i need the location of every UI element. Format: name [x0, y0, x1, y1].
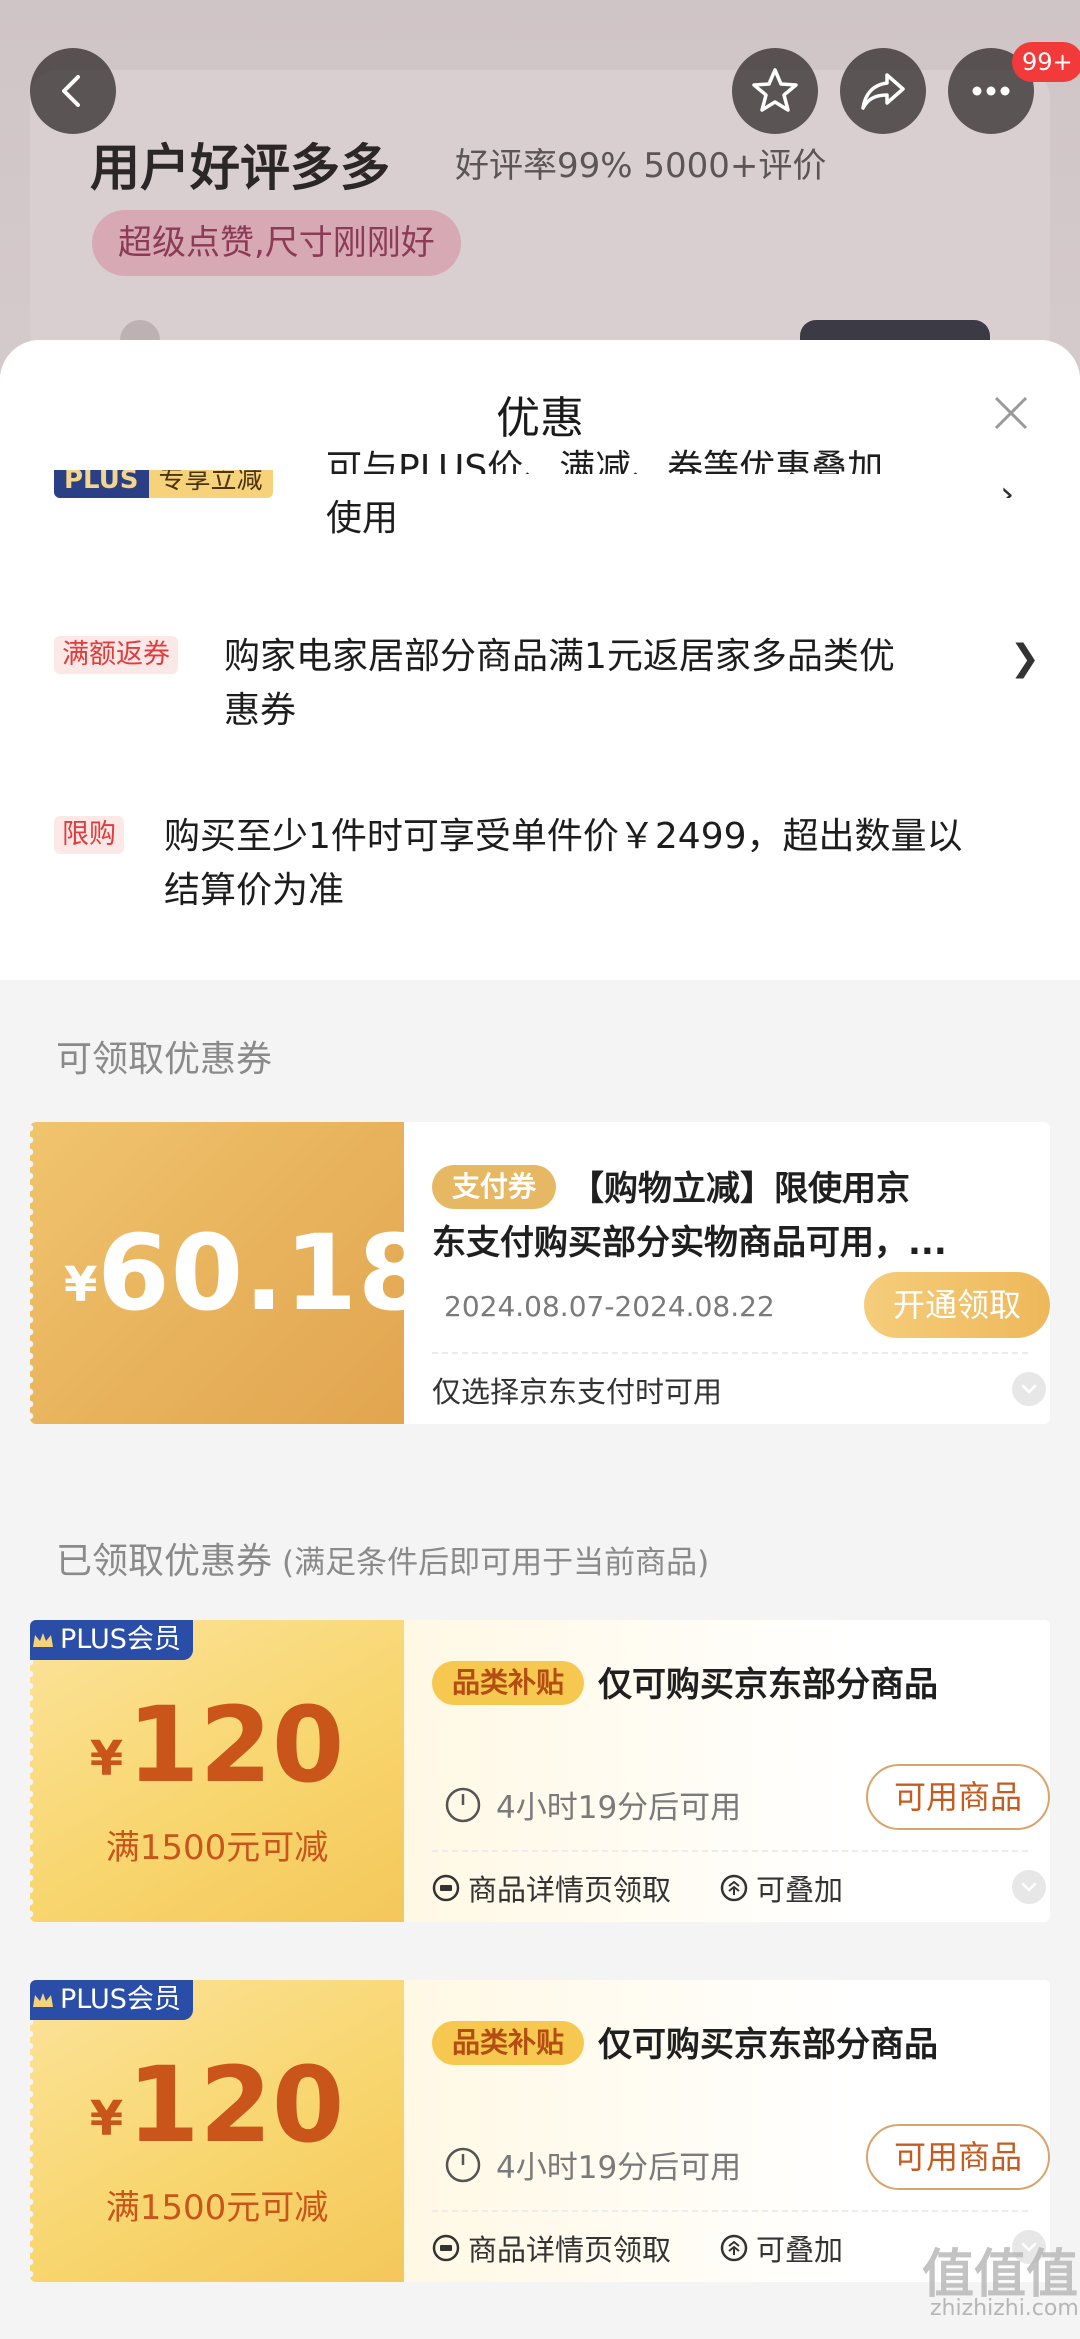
- perforation: [30, 1122, 34, 1424]
- coupon-source: 商品详情页领取: [432, 2227, 671, 2269]
- crown-icon: [33, 1633, 53, 1647]
- claimed-coupons-note: (满足条件后即可用于当前商品): [282, 1545, 710, 1581]
- coupon-countdown: 4小时19分后可用: [444, 2142, 741, 2187]
- coupon-value-panel: ¥120 满1500元可减: [30, 1620, 404, 1922]
- coupon-stackable: 可叠加: [720, 1867, 843, 1909]
- coupon-type-tag: 品类补贴: [432, 1661, 585, 1705]
- coupon-description: 支付券 【购物立减】限使用京 东支付购买部分实物商品可用，...: [432, 1162, 1022, 1270]
- plus-member-badge: PLUS会员: [30, 1980, 193, 2020]
- promo-text-plus-line1: 可与PLUS价、满减、券等优惠叠加: [326, 448, 884, 474]
- claim-coupon-button[interactable]: 开通领取: [864, 1272, 1050, 1338]
- promo-tag: 满额返券: [54, 636, 178, 674]
- share-icon: [861, 73, 905, 110]
- review-chip: 超级点赞,尺寸刚刚好: [92, 210, 461, 276]
- available-coupons-title: 可领取优惠券: [56, 1039, 273, 1080]
- share-button[interactable]: [840, 48, 926, 134]
- sheet-title-overlay: 优惠: [496, 393, 584, 444]
- close-icon: [994, 396, 1028, 430]
- divider: [432, 1850, 1028, 1852]
- divider: [432, 2210, 1028, 2212]
- coupon-amount: ¥60.18: [64, 1212, 432, 1334]
- coupon-countdown: 4小时19分后可用: [444, 1782, 741, 1827]
- stack-icon: [720, 2234, 748, 2262]
- promo-row-limit: 限购 购买至少1件时可享受单件价￥2499，超出数量以 结算价为准: [54, 810, 1034, 930]
- crown-icon: [33, 1993, 53, 2007]
- divider: [432, 1352, 1028, 1354]
- coupon-condition: 满1500元可减: [105, 1828, 329, 1868]
- promo-text-line2: 结算价为准: [164, 870, 345, 911]
- stack-icon: [720, 1874, 748, 1902]
- chevron-right-icon: ❯: [1009, 638, 1040, 679]
- coupon-stackable: 可叠加: [720, 2227, 843, 2269]
- coupon-card-plus: ¥120 满1500元可减 PLUS会员 品类补贴 仅可购买京东部分商品 4小时1…: [30, 1620, 1050, 1922]
- coupon-validity: 2024.08.07-2024.08.22: [444, 1290, 775, 1323]
- favorite-button[interactable]: [732, 48, 818, 134]
- coupon-card-plus: ¥120 满1500元可减 PLUS会员 品类补贴 仅可购买京东部分商品 4小时1…: [30, 1980, 1050, 2282]
- chevron-right-icon: ›: [1000, 474, 1015, 498]
- promo-row-plus[interactable]: PLUS 专享立减: [54, 470, 1034, 550]
- coupon-card-payment: ¥60.18 支付券 【购物立减】限使用京 东支付购买部分实物商品可用，... 20…: [30, 1122, 1050, 1424]
- clock-icon: [445, 1787, 481, 1822]
- promo-text-plus-line2: 使用: [326, 498, 399, 539]
- promo-text-line1: 购家电家居部分商品满1元返居家多品类优: [224, 636, 895, 677]
- review-title: 用户好评多多: [90, 139, 390, 197]
- chevron-down-icon: [1021, 1384, 1037, 1394]
- coupon-value-panel: ¥60.18: [30, 1122, 430, 1424]
- coupon-description: 品类补贴 仅可购买京东部分商品: [432, 1658, 1022, 1712]
- back-arrow-icon: [62, 75, 80, 107]
- coupon-info-panel: 品类补贴 仅可购买京东部分商品 4小时19分后可用 可用商品 商品详情页领取 可…: [404, 1620, 1050, 1922]
- promo-tag: 限购: [54, 816, 124, 854]
- coupon-source-icon: [432, 2234, 460, 2262]
- coupon-type-tag: 品类补贴: [432, 2021, 585, 2065]
- more-dots-icon: [972, 86, 1010, 96]
- available-products-button[interactable]: 可用商品: [866, 1764, 1050, 1830]
- coupon-description: 品类补贴 仅可购买京东部分商品: [432, 2018, 1022, 2072]
- coupon-type-tag: 支付券: [432, 1165, 557, 1209]
- expand-button[interactable]: [1012, 1870, 1046, 1904]
- promo-text-line2: 惠券: [224, 690, 297, 731]
- coupon-amount: ¥120: [89, 1684, 345, 1806]
- coupon-note: 仅选择京东支付时可用: [432, 1375, 723, 1409]
- discount-sheet: 优惠 PLUS专享立减 优惠 可与PLUS价、满减、券等优惠叠加 使用 › 满额…: [0, 340, 1080, 2339]
- available-products-button[interactable]: 可用商品: [866, 2124, 1050, 2190]
- coupon-info-panel: 支付券 【购物立减】限使用京 东支付购买部分实物商品可用，... 2024.08.0…: [404, 1122, 1050, 1424]
- promo-text-line1: 购买至少1件时可享受单件价￥2499，超出数量以: [164, 816, 963, 857]
- coupon-source-icon: [432, 1874, 460, 1902]
- coupon-source: 商品详情页领取: [432, 1867, 671, 1909]
- coupon-value-panel: ¥120 满1500元可减: [30, 1980, 404, 2282]
- close-button-overlay[interactable]: [990, 392, 1032, 434]
- chevron-down-icon: [1021, 1882, 1037, 1892]
- coupon-condition: 满1500元可减: [105, 2188, 329, 2228]
- back-button[interactable]: [30, 48, 116, 134]
- expand-button[interactable]: [1012, 1372, 1046, 1406]
- notification-badge: 99+: [1012, 42, 1080, 82]
- review-subtitle: 好评率99% 5000+评价: [455, 146, 827, 186]
- watermark-url: zhizhizhi.com: [930, 2296, 1079, 2321]
- star-icon: [752, 68, 798, 112]
- claimed-coupons-title: 已领取优惠券 (满足条件后即可用于当前商品): [56, 1541, 710, 1582]
- plus-member-badge: PLUS会员: [30, 1620, 193, 1660]
- promo-row-coupon-return[interactable]: 满额返券 购家电家居部分商品满1元返居家多品类优 惠券 ❯: [54, 630, 1040, 750]
- clock-icon: [445, 2147, 481, 2182]
- coupon-amount: ¥120: [89, 2044, 345, 2166]
